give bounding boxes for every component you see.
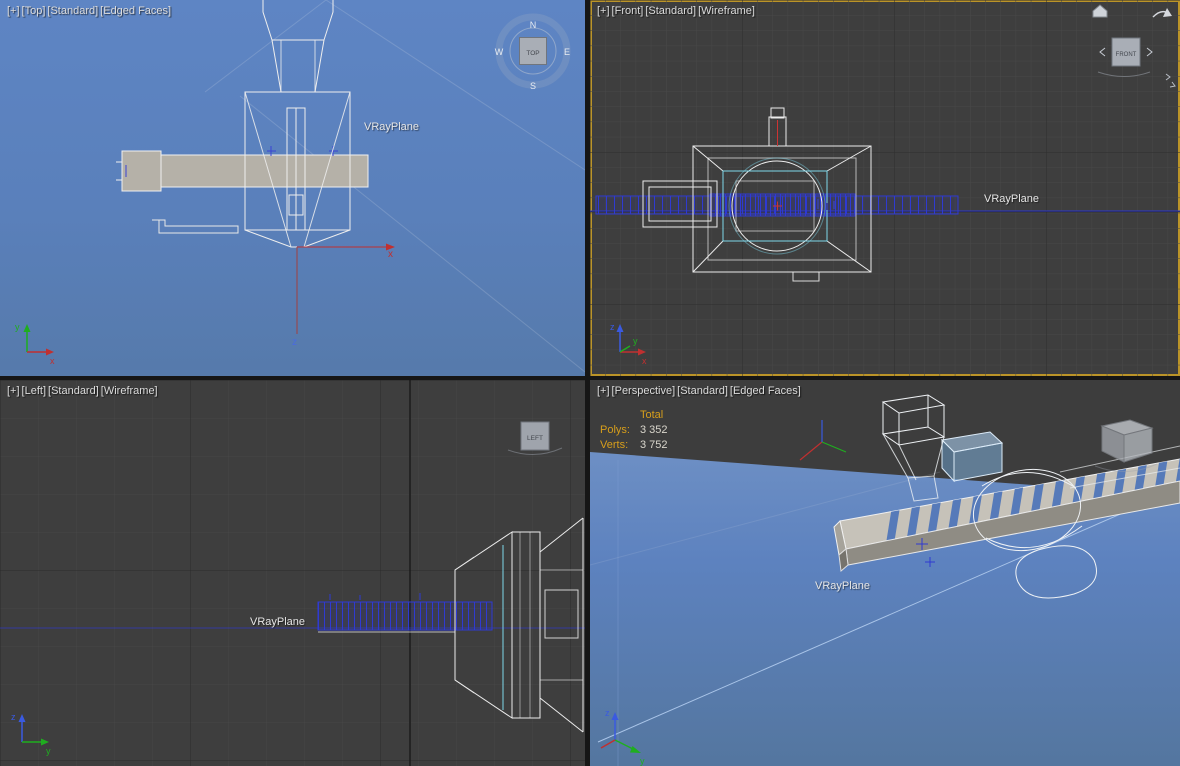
bracket-top[interactable] — [152, 219, 239, 234]
tripod-z-label: z — [11, 712, 16, 722]
menu-pov[interactable]: [Left] — [22, 385, 46, 397]
verts-label: Verts: — [600, 439, 629, 451]
viewport-top[interactable]: [+] [Top] [Standard] [Edged Faces] VRayPlan… — [0, 0, 585, 376]
tripod-x-label: x — [642, 356, 647, 366]
front-scene[interactable]: FRONT z x y — [590, 0, 1180, 376]
statistics: Total Polys: 3 352 Verts: 3 752 — [600, 408, 668, 453]
menu-shading[interactable]: [Edged Faces] — [100, 5, 171, 17]
viewport-menu: [+] [Left] [Standard] [Wireframe] — [7, 385, 160, 397]
tripod-z-label: z — [605, 708, 610, 718]
viewport-perspective[interactable]: [+] [Perspective] [Standard] [Edged Faces] … — [590, 380, 1180, 766]
viewport-menu: [+] [Perspective] [Standard] [Edged Faces] — [597, 385, 803, 397]
left-scene[interactable]: LEFT z y — [0, 380, 585, 766]
viewport-front[interactable]: [+] [Front] [Standard] [Wireframe] VRayPlan… — [590, 0, 1180, 376]
stats-title: Total — [640, 409, 664, 421]
viewcube-top-view[interactable]: TOP N S W E — [495, 13, 571, 91]
tripod-y-label: y — [15, 322, 20, 332]
compass-n[interactable]: N — [530, 20, 537, 30]
axis-tripod-top: y x — [15, 322, 55, 366]
menu-pov[interactable]: [Front] — [612, 5, 644, 17]
viewport-left[interactable]: [+] [Left] [Standard] [Wireframe] VRayPlane — [0, 380, 585, 766]
menu-shading[interactable]: [Wireframe] — [698, 5, 755, 17]
menu-standard[interactable]: [Standard] — [677, 385, 728, 397]
menu-general[interactable]: [+] — [597, 5, 610, 17]
menu-pov[interactable]: [Perspective] — [612, 385, 676, 397]
menu-standard[interactable]: [Standard] — [645, 5, 696, 17]
gizmo-x-label: x — [388, 249, 393, 260]
polys-value: 3 352 — [640, 424, 668, 436]
tripod-y-label: y — [640, 756, 645, 766]
menu-standard[interactable]: [Standard] — [47, 5, 98, 17]
menu-shading[interactable]: [Edged Faces] — [730, 385, 801, 397]
perspective-scene[interactable]: z y — [590, 380, 1180, 766]
viewcube-face-label[interactable]: FRONT — [1116, 52, 1137, 58]
gizmo-z-label: z — [292, 337, 297, 348]
object-label-vrayplane: VRayPlane — [984, 193, 1040, 205]
tripod-y-label: y — [46, 746, 51, 756]
menu-pov[interactable]: [Top] — [22, 5, 46, 17]
polys-label: Polys: — [600, 424, 630, 436]
menu-general[interactable]: [+] — [597, 385, 610, 397]
grid-major — [590, 0, 1180, 376]
menu-shading[interactable]: [Wireframe] — [101, 385, 158, 397]
tripod-x-label: x — [50, 356, 55, 366]
menu-general[interactable]: [+] — [7, 385, 20, 397]
viewcube-face-label[interactable]: TOP — [526, 50, 539, 57]
verts-value: 3 752 — [640, 439, 668, 451]
blue-glass-box[interactable] — [940, 431, 1004, 483]
object-label-vrayplane: VRayPlane — [364, 121, 420, 133]
viewport-menu: [+] [Top] [Standard] [Edged Faces] — [7, 5, 173, 17]
viewcube-face-label[interactable]: LEFT — [527, 435, 543, 442]
stats-row-polys: Polys: 3 352 — [600, 423, 668, 438]
compass-e[interactable]: E — [564, 47, 570, 57]
top-scene[interactable]: x z TOP N S W E y x — [0, 0, 585, 376]
object-label-vrayplane: VRayPlane — [815, 580, 871, 592]
stats-row-verts: Verts: 3 752 — [600, 438, 668, 453]
viewport-grid: [+] [Top] [Standard] [Edged Faces] VRayPlan… — [0, 0, 1180, 766]
menu-general[interactable]: [+] — [7, 5, 20, 17]
object-label-vrayplane: VRayPlane — [250, 616, 306, 628]
tripod-y-label: y — [633, 336, 638, 346]
menu-standard[interactable]: [Standard] — [48, 385, 99, 397]
transform-gizmo-top[interactable] — [296, 243, 395, 335]
tripod-z-label: z — [610, 322, 615, 332]
compass-w[interactable]: W — [495, 47, 504, 57]
compass-s[interactable]: S — [530, 81, 536, 91]
viewport-menu: [+] [Front] [Standard] [Wireframe] — [597, 5, 757, 17]
hopper-top[interactable] — [244, 0, 351, 248]
